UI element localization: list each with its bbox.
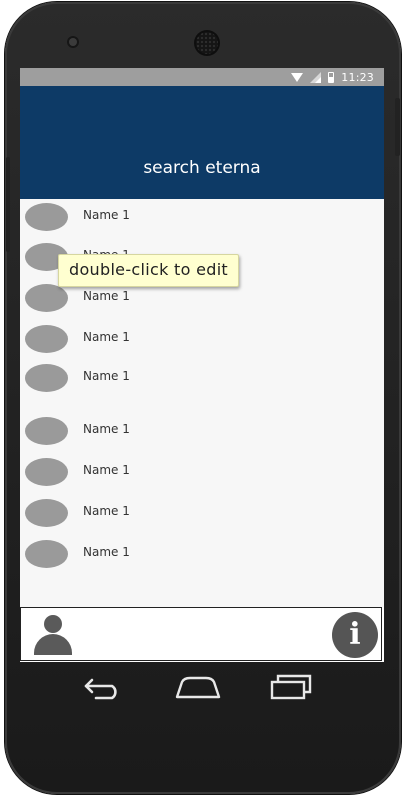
wifi-icon — [291, 73, 304, 82]
avatar — [25, 284, 68, 312]
recent-apps-icon[interactable] — [270, 674, 314, 700]
avatar — [25, 364, 68, 392]
person-body — [34, 634, 72, 655]
list-item-name: Name 1 — [83, 330, 130, 344]
edit-tooltip: double-click to edit — [58, 254, 240, 287]
bottom-bar: i — [20, 607, 382, 661]
nav-bar — [20, 668, 384, 708]
list-item-name: Name 1 — [83, 369, 130, 383]
speaker-grille-icon — [196, 32, 218, 54]
front-camera-icon — [69, 38, 77, 46]
list-item[interactable]: Name 1 — [20, 360, 380, 396]
list-item-name: Name 1 — [83, 289, 130, 303]
page-title: search eterna — [143, 158, 261, 178]
list-item-name: Name 1 — [83, 463, 130, 477]
home-icon[interactable] — [174, 676, 222, 700]
list-item-name: Name 1 — [83, 422, 130, 436]
power-button — [395, 98, 400, 156]
list-item[interactable]: Name 1 — [20, 413, 380, 449]
app-header: search eterna — [20, 86, 384, 199]
back-icon[interactable] — [84, 674, 124, 700]
list-item[interactable]: Name 1 — [20, 495, 380, 531]
list-item[interactable]: Name 1 — [20, 199, 380, 235]
app-screen: 11:23 search eterna Name 1 Name 1 Name 1… — [20, 68, 384, 662]
avatar — [25, 458, 68, 486]
avatar — [25, 203, 68, 231]
list-item-name: Name 1 — [83, 208, 130, 222]
list-item-name: Name 1 — [83, 545, 130, 559]
avatar — [25, 417, 68, 445]
avatar — [25, 540, 68, 568]
avatar — [25, 499, 68, 527]
person-icon[interactable] — [32, 615, 74, 655]
status-time: 11:23 — [341, 70, 374, 84]
battery-icon — [328, 71, 335, 83]
person-head — [44, 615, 62, 633]
list-item[interactable]: Name 1 — [20, 454, 380, 490]
avatar — [25, 325, 68, 353]
status-bar: 11:23 — [20, 68, 384, 86]
volume-button — [6, 157, 10, 252]
signal-icon — [310, 71, 322, 83]
contact-list: Name 1 Name 1 Name 1 Name 1 Name 1 Name … — [20, 199, 384, 607]
info-icon[interactable]: i — [332, 612, 378, 658]
list-item[interactable]: Name 1 — [20, 321, 380, 357]
list-item-name: Name 1 — [83, 504, 130, 518]
list-item[interactable]: Name 1 — [20, 536, 380, 572]
